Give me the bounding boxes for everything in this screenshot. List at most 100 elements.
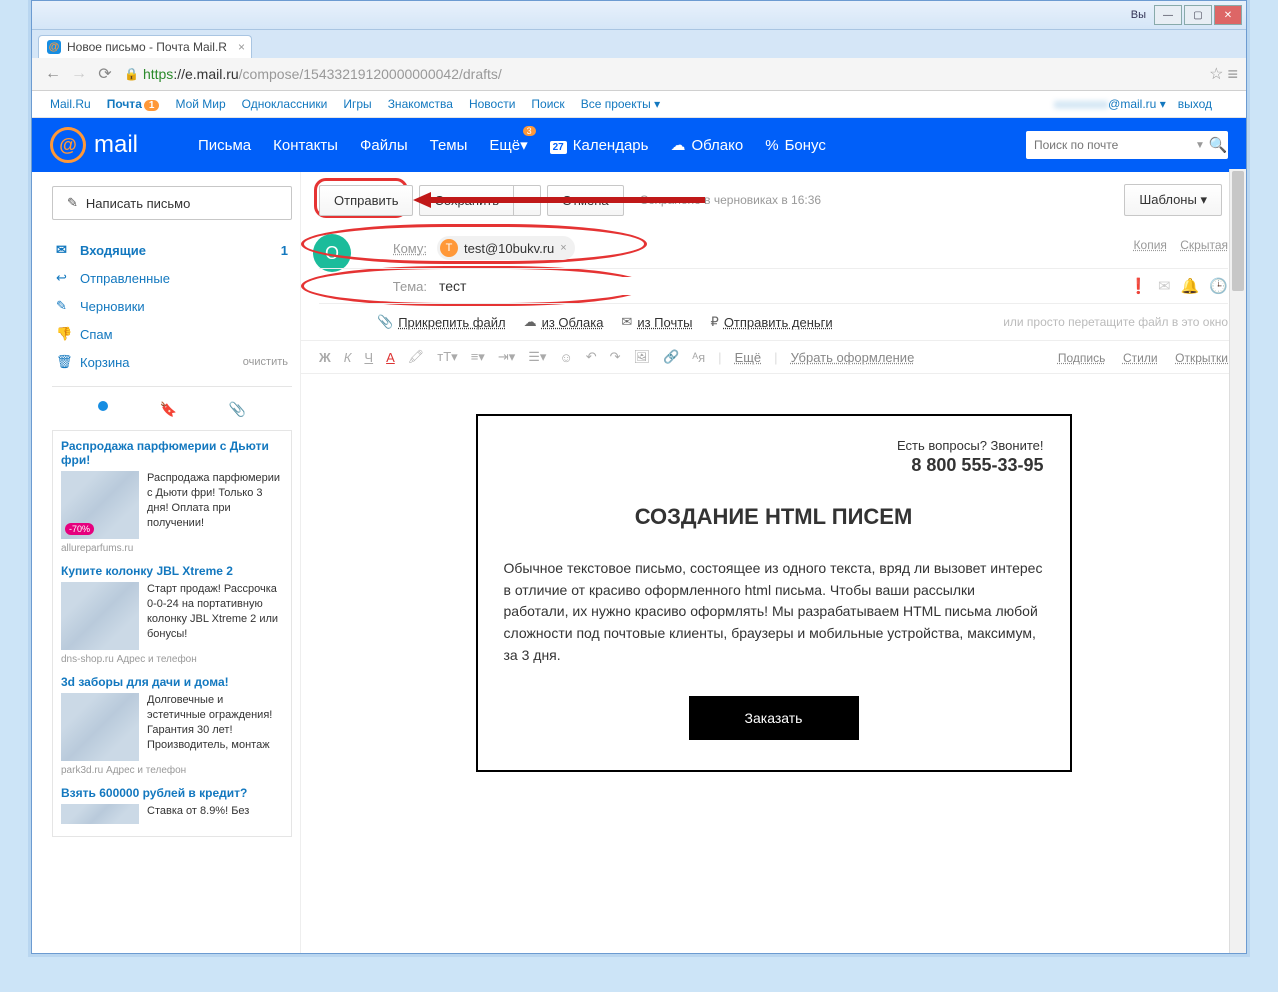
- indent-button[interactable]: ⇥▾: [498, 349, 515, 365]
- ad-title[interactable]: Распродажа парфюмерии с Дьюти фри!: [61, 439, 283, 467]
- text-color-button[interactable]: А: [386, 350, 395, 365]
- trash-clear-link[interactable]: очистить: [243, 356, 288, 368]
- font-size-button[interactable]: тТ▾: [437, 349, 457, 365]
- search-dropdown-icon[interactable]: ▼: [1195, 140, 1205, 151]
- portal-link-games[interactable]: Игры: [343, 97, 371, 111]
- underline-button[interactable]: Ч: [364, 350, 373, 365]
- attach-cloud-link[interactable]: из Облака: [542, 315, 604, 330]
- italic-button[interactable]: К: [344, 350, 352, 365]
- styles-link[interactable]: Стили: [1123, 351, 1158, 365]
- drafts-icon: ✎: [56, 298, 74, 314]
- send-money-link[interactable]: Отправить деньги: [724, 315, 833, 330]
- portal-link-mail[interactable]: Почта1: [107, 97, 160, 111]
- redo-button[interactable]: ↷: [610, 349, 621, 365]
- subject-input[interactable]: [437, 277, 1228, 295]
- portal-link-ok[interactable]: Одноклассники: [242, 97, 328, 111]
- portal-link-mailru[interactable]: Mail.Ru: [50, 97, 91, 111]
- attach-mail-link[interactable]: из Почты: [637, 315, 692, 330]
- url-input[interactable]: 🔒 https://e.mail.ru/compose/154332191200…: [124, 66, 1199, 82]
- search-icon[interactable]: 🔍: [1209, 136, 1228, 154]
- nav-contacts[interactable]: Контакты: [273, 137, 338, 154]
- scrollbar-thumb[interactable]: [1232, 171, 1244, 291]
- compose-button[interactable]: ✎ Написать письмо: [52, 186, 292, 220]
- cc-link[interactable]: Копия: [1134, 238, 1167, 252]
- recipient-chip[interactable]: T test@10bukv.ru ×: [437, 236, 575, 260]
- undo-button[interactable]: ↶: [586, 349, 597, 365]
- link-button[interactable]: 🔗: [663, 349, 679, 365]
- ad-image[interactable]: -70%: [61, 471, 139, 539]
- folder-inbox[interactable]: ✉Входящие1: [52, 236, 292, 264]
- reload-button[interactable]: ⟳: [94, 63, 116, 85]
- postcards-link[interactable]: Открытки: [1175, 351, 1228, 365]
- format-more-link[interactable]: Ещё: [735, 350, 762, 365]
- send-button[interactable]: Отправить: [319, 185, 413, 216]
- chip-remove-button[interactable]: ×: [560, 242, 566, 254]
- bookmark-star-icon[interactable]: ☆: [1209, 64, 1223, 84]
- portal-user-email[interactable]: xxxxxxxxx@mail.ru ▾: [1054, 97, 1166, 111]
- nav-themes[interactable]: Темы: [430, 137, 468, 154]
- save-button[interactable]: Сохранить: [419, 185, 514, 216]
- to-field-row[interactable]: Кому: T test@10bukv.ru × Копия Скрытая: [319, 228, 1228, 269]
- schedule-icon[interactable]: 🕒: [1209, 277, 1228, 295]
- ad-title[interactable]: 3d заборы для дачи и дома!: [61, 675, 283, 689]
- bcc-link[interactable]: Скрытая: [1180, 238, 1228, 252]
- clear-format-link[interactable]: Убрать оформление: [791, 350, 915, 365]
- ad-image[interactable]: [61, 804, 139, 824]
- window-minimize-button[interactable]: —: [1154, 5, 1182, 25]
- trash-icon: 🗑: [56, 354, 74, 370]
- search-input[interactable]: [1032, 137, 1191, 153]
- bg-color-button[interactable]: 🖍: [408, 349, 425, 365]
- portal-link-search[interactable]: Поиск: [531, 97, 564, 111]
- receipt-icon[interactable]: ✉: [1158, 277, 1171, 295]
- scrollbar[interactable]: [1229, 169, 1246, 953]
- window-maximize-button[interactable]: ▢: [1184, 5, 1212, 25]
- browser-menu-button[interactable]: ≡: [1227, 64, 1238, 85]
- templates-button[interactable]: Шаблоны ▾: [1124, 184, 1222, 216]
- nav-letters[interactable]: Письма: [198, 137, 251, 154]
- logo[interactable]: @ mail: [50, 127, 138, 163]
- ad-image[interactable]: [61, 582, 139, 650]
- attachment-filter-icon[interactable]: 📎: [229, 401, 246, 418]
- priority-icon[interactable]: ❗: [1129, 277, 1148, 295]
- unread-filter-icon[interactable]: [98, 401, 108, 411]
- forward-button[interactable]: →: [68, 63, 90, 85]
- emoji-button[interactable]: ☺: [559, 350, 572, 365]
- nav-cloud[interactable]: ☁Облако: [670, 136, 743, 154]
- nav-calendar[interactable]: 27Календарь: [550, 137, 649, 154]
- folder-drafts[interactable]: ✎Черновики: [52, 292, 292, 320]
- ad-title[interactable]: Взять 600000 рублей в кредит?: [61, 786, 283, 800]
- attach-file-link[interactable]: Прикрепить файл: [398, 315, 505, 330]
- signature-link[interactable]: Подпись: [1058, 351, 1106, 365]
- back-button[interactable]: ←: [42, 63, 64, 85]
- cancel-button[interactable]: Отмена: [547, 185, 624, 216]
- ad-image[interactable]: [61, 693, 139, 761]
- save-dropdown-button[interactable]: ▼: [514, 185, 541, 216]
- bold-button[interactable]: Ж: [319, 350, 331, 365]
- folder-sent[interactable]: ↩Отправленные: [52, 264, 292, 292]
- subject-field-row[interactable]: Тема: ❗ ✉ 🔔 🕒: [319, 269, 1228, 304]
- list-button[interactable]: ☰▾: [528, 349, 546, 365]
- portal-link-mymir[interactable]: Мой Мир: [175, 97, 225, 111]
- portal-link-news[interactable]: Новости: [469, 97, 515, 111]
- ad-title[interactable]: Купите колонку JBL Xtreme 2: [61, 564, 283, 578]
- portal-logout-link[interactable]: выход: [1178, 97, 1212, 111]
- tab-close-button[interactable]: ×: [238, 40, 245, 54]
- portal-link-projects[interactable]: Все проекты ▾: [581, 97, 660, 111]
- nav-more[interactable]: Ещё▾3: [489, 136, 527, 154]
- nav-bonus[interactable]: %Бонус: [765, 137, 826, 154]
- folder-trash[interactable]: 🗑Корзинаочистить: [52, 348, 292, 376]
- nav-files[interactable]: Файлы: [360, 137, 408, 154]
- message-body-editor[interactable]: Есть вопросы? Звоните! 8 800 555-33-95 С…: [301, 374, 1246, 954]
- window-close-button[interactable]: ✕: [1214, 5, 1242, 25]
- notify-icon[interactable]: 🔔: [1181, 277, 1200, 295]
- translit-button[interactable]: ᴬя: [692, 350, 705, 365]
- cloud-icon: ☁: [670, 137, 685, 154]
- image-button[interactable]: 🖼: [634, 349, 651, 365]
- align-button[interactable]: ≡▾: [471, 349, 485, 365]
- portal-link-dating[interactable]: Знакомства: [388, 97, 453, 111]
- browser-tab[interactable]: @ Новое письмо - Почта Mail.R ×: [38, 35, 252, 58]
- flagged-filter-icon[interactable]: 🔖: [160, 401, 177, 418]
- letter-cta-button[interactable]: Заказать: [689, 696, 859, 740]
- search-box[interactable]: ▼ 🔍: [1026, 131, 1228, 159]
- folder-spam[interactable]: 👎Спам: [52, 320, 292, 348]
